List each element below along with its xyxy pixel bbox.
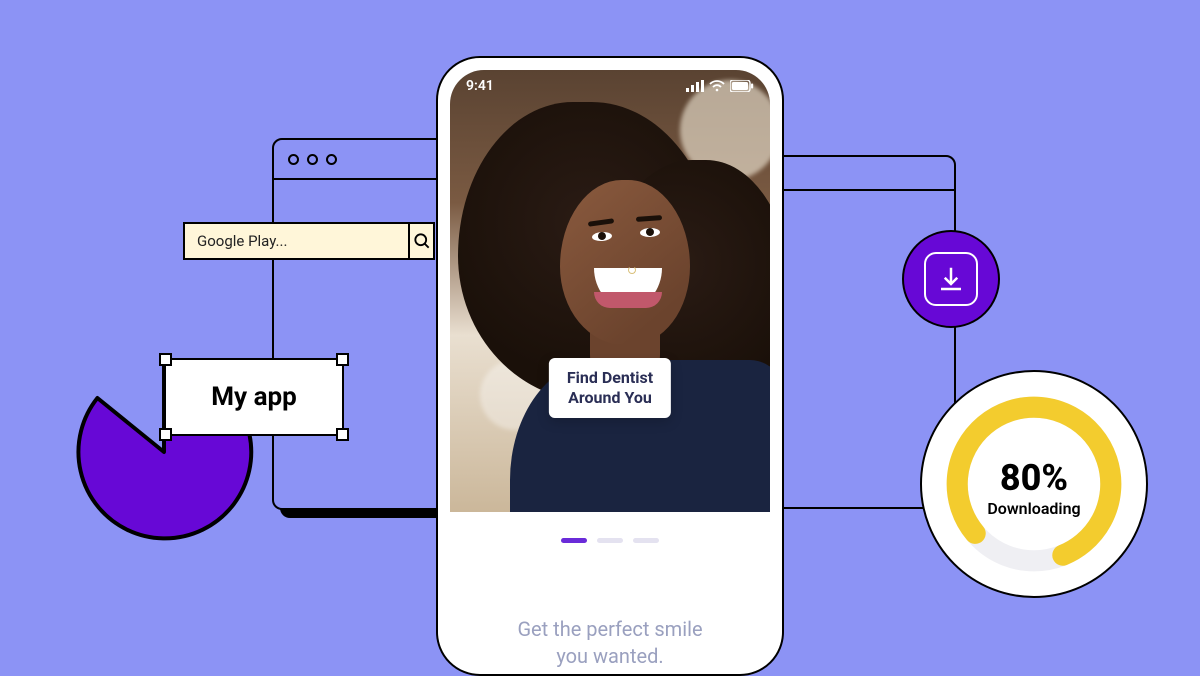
carousel-dot[interactable]	[597, 538, 623, 543]
download-icon	[936, 264, 966, 294]
search-button[interactable]	[408, 224, 433, 258]
caption-line2: you wanted.	[478, 643, 742, 670]
phone-mockup: 9:41 Find Dentist Arou	[436, 56, 784, 676]
progress-status: Downloading	[987, 499, 1080, 518]
traffic-light-icon	[326, 154, 337, 165]
battery-icon	[730, 80, 754, 92]
resize-handle-icon[interactable]	[336, 428, 349, 441]
download-icon-frame	[924, 252, 978, 306]
traffic-light-icon	[307, 154, 318, 165]
cta-line2: Around You	[567, 388, 653, 408]
carousel-dots	[438, 538, 782, 543]
wifi-icon	[709, 80, 725, 92]
search-input[interactable]	[185, 224, 408, 258]
download-progress-card: 80% Downloading	[920, 370, 1148, 598]
my-app-card[interactable]: My app	[164, 358, 344, 436]
caption-line1: Get the perfect smile	[478, 616, 742, 643]
carousel-dot[interactable]	[561, 538, 587, 543]
cta-line1: Find Dentist	[567, 368, 653, 388]
cta-button[interactable]: Find Dentist Around You	[549, 358, 671, 418]
traffic-light-icon	[288, 154, 299, 165]
window-titlebar	[772, 157, 954, 191]
status-time: 9:41	[466, 78, 494, 94]
phone-statusbar: 9:41	[438, 76, 782, 96]
carousel-dot[interactable]	[633, 538, 659, 543]
phone-caption: Get the perfect smile you wanted.	[438, 616, 782, 670]
resize-handle-icon[interactable]	[336, 353, 349, 366]
download-badge[interactable]	[902, 230, 1000, 328]
hero-image	[450, 70, 770, 512]
my-app-label: My app	[211, 382, 296, 412]
search-bar	[183, 222, 435, 260]
signal-icon	[686, 80, 704, 92]
resize-handle-icon[interactable]	[159, 428, 172, 441]
search-icon	[412, 231, 432, 251]
progress-percent: 80%	[1000, 457, 1068, 499]
resize-handle-icon[interactable]	[159, 353, 172, 366]
